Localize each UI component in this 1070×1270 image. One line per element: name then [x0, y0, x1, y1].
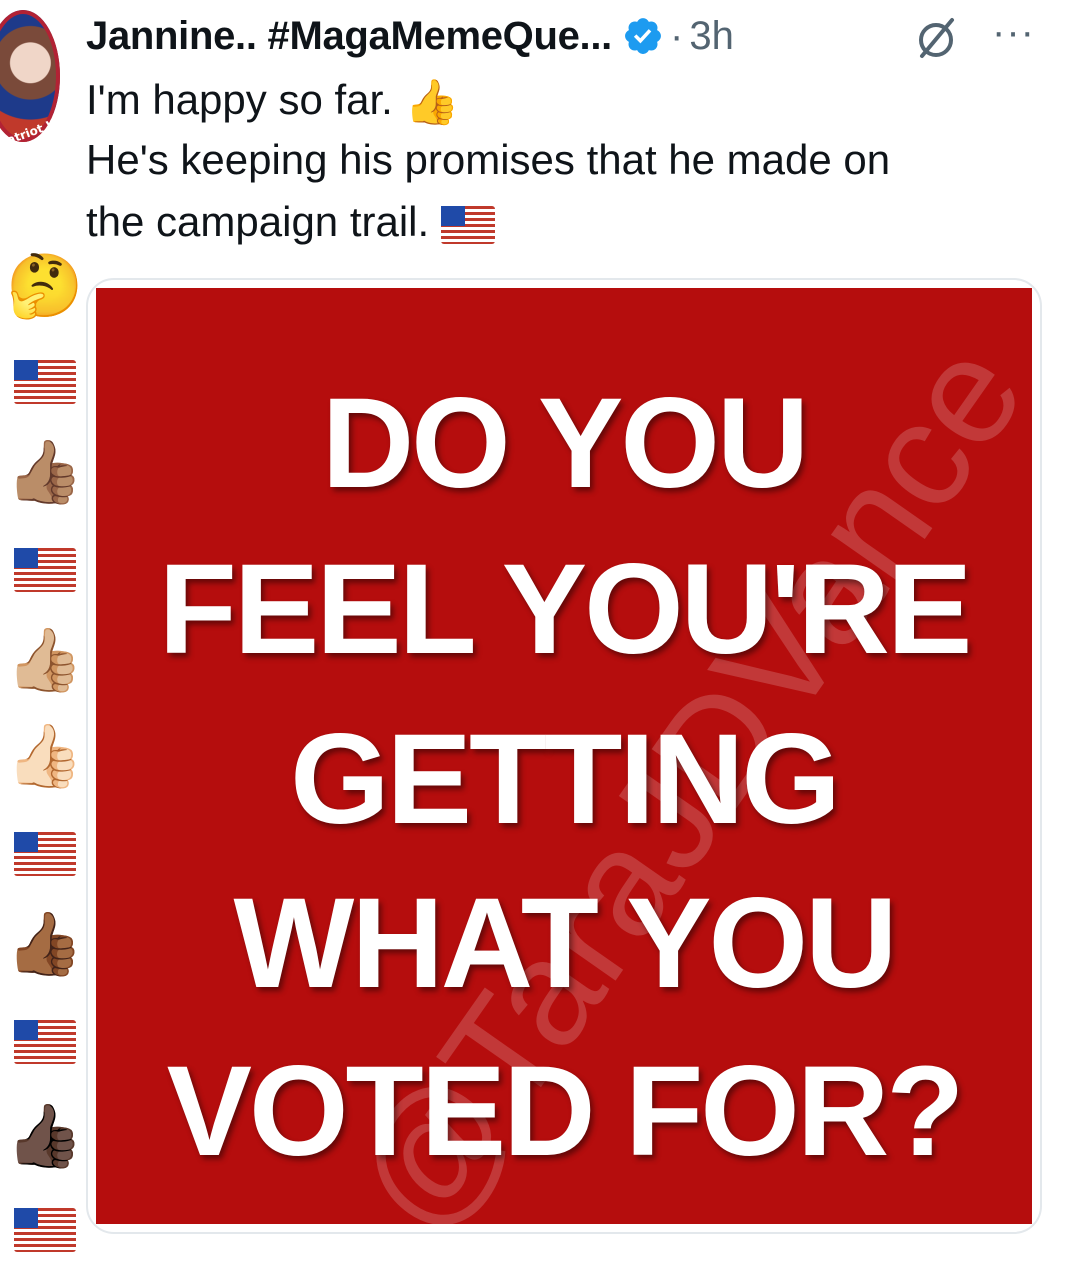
thumbs-up-icon: 👍🏾 [6, 907, 84, 980]
meme-line-2: FEEL YOU'RE [158, 538, 973, 681]
thumbs-up-icon: 👍🏻 [6, 719, 84, 792]
post-text: I'm happy so far. [86, 76, 393, 123]
thumbs-up-icon: 👍🏿 [6, 1099, 84, 1172]
thinking-face-icon: 🤔 [6, 249, 84, 322]
meme-line-4: WHAT YOU [233, 872, 898, 1015]
verified-badge-icon [622, 15, 664, 57]
post-header: Jannine.. #MagaMemeQue... · 3h [86, 6, 1050, 66]
meme-line-5: VOTED FOR? [166, 1040, 965, 1183]
post-text-line-2: He's keeping his promises that he made o… [86, 136, 891, 183]
us-flag-icon [6, 1190, 84, 1270]
post-text: the campaign trail. [86, 198, 430, 245]
more-options-icon[interactable]: ··· [992, 10, 1035, 55]
us-flag-icon [6, 1002, 84, 1082]
us-flag-icon [6, 342, 84, 422]
thumbs-up-icon: 👍 [404, 77, 460, 127]
meme-image[interactable]: @TaraJDVance DO YOU FEEL YOU'RE GETTING … [96, 288, 1032, 1224]
post-time[interactable]: 3h [689, 14, 734, 59]
us-flag-icon [440, 205, 495, 244]
meme-line-3: GETTING [290, 708, 841, 851]
us-flag-icon [6, 530, 84, 610]
us-flag-icon [6, 814, 84, 894]
meme-line-1: DO YOU [321, 372, 810, 515]
grok-icon[interactable] [912, 14, 960, 62]
post-text-line-3: the campaign trail. [86, 192, 495, 252]
thumbs-up-icon: 👍🏽 [6, 435, 84, 508]
post-separator: · [670, 13, 684, 58]
thumbs-up-icon: 👍🏼 [6, 623, 84, 696]
author-name[interactable]: Jannine.. #MagaMemeQue... [86, 14, 612, 59]
post-text-line-1: I'm happy so far. 👍 [86, 70, 459, 130]
